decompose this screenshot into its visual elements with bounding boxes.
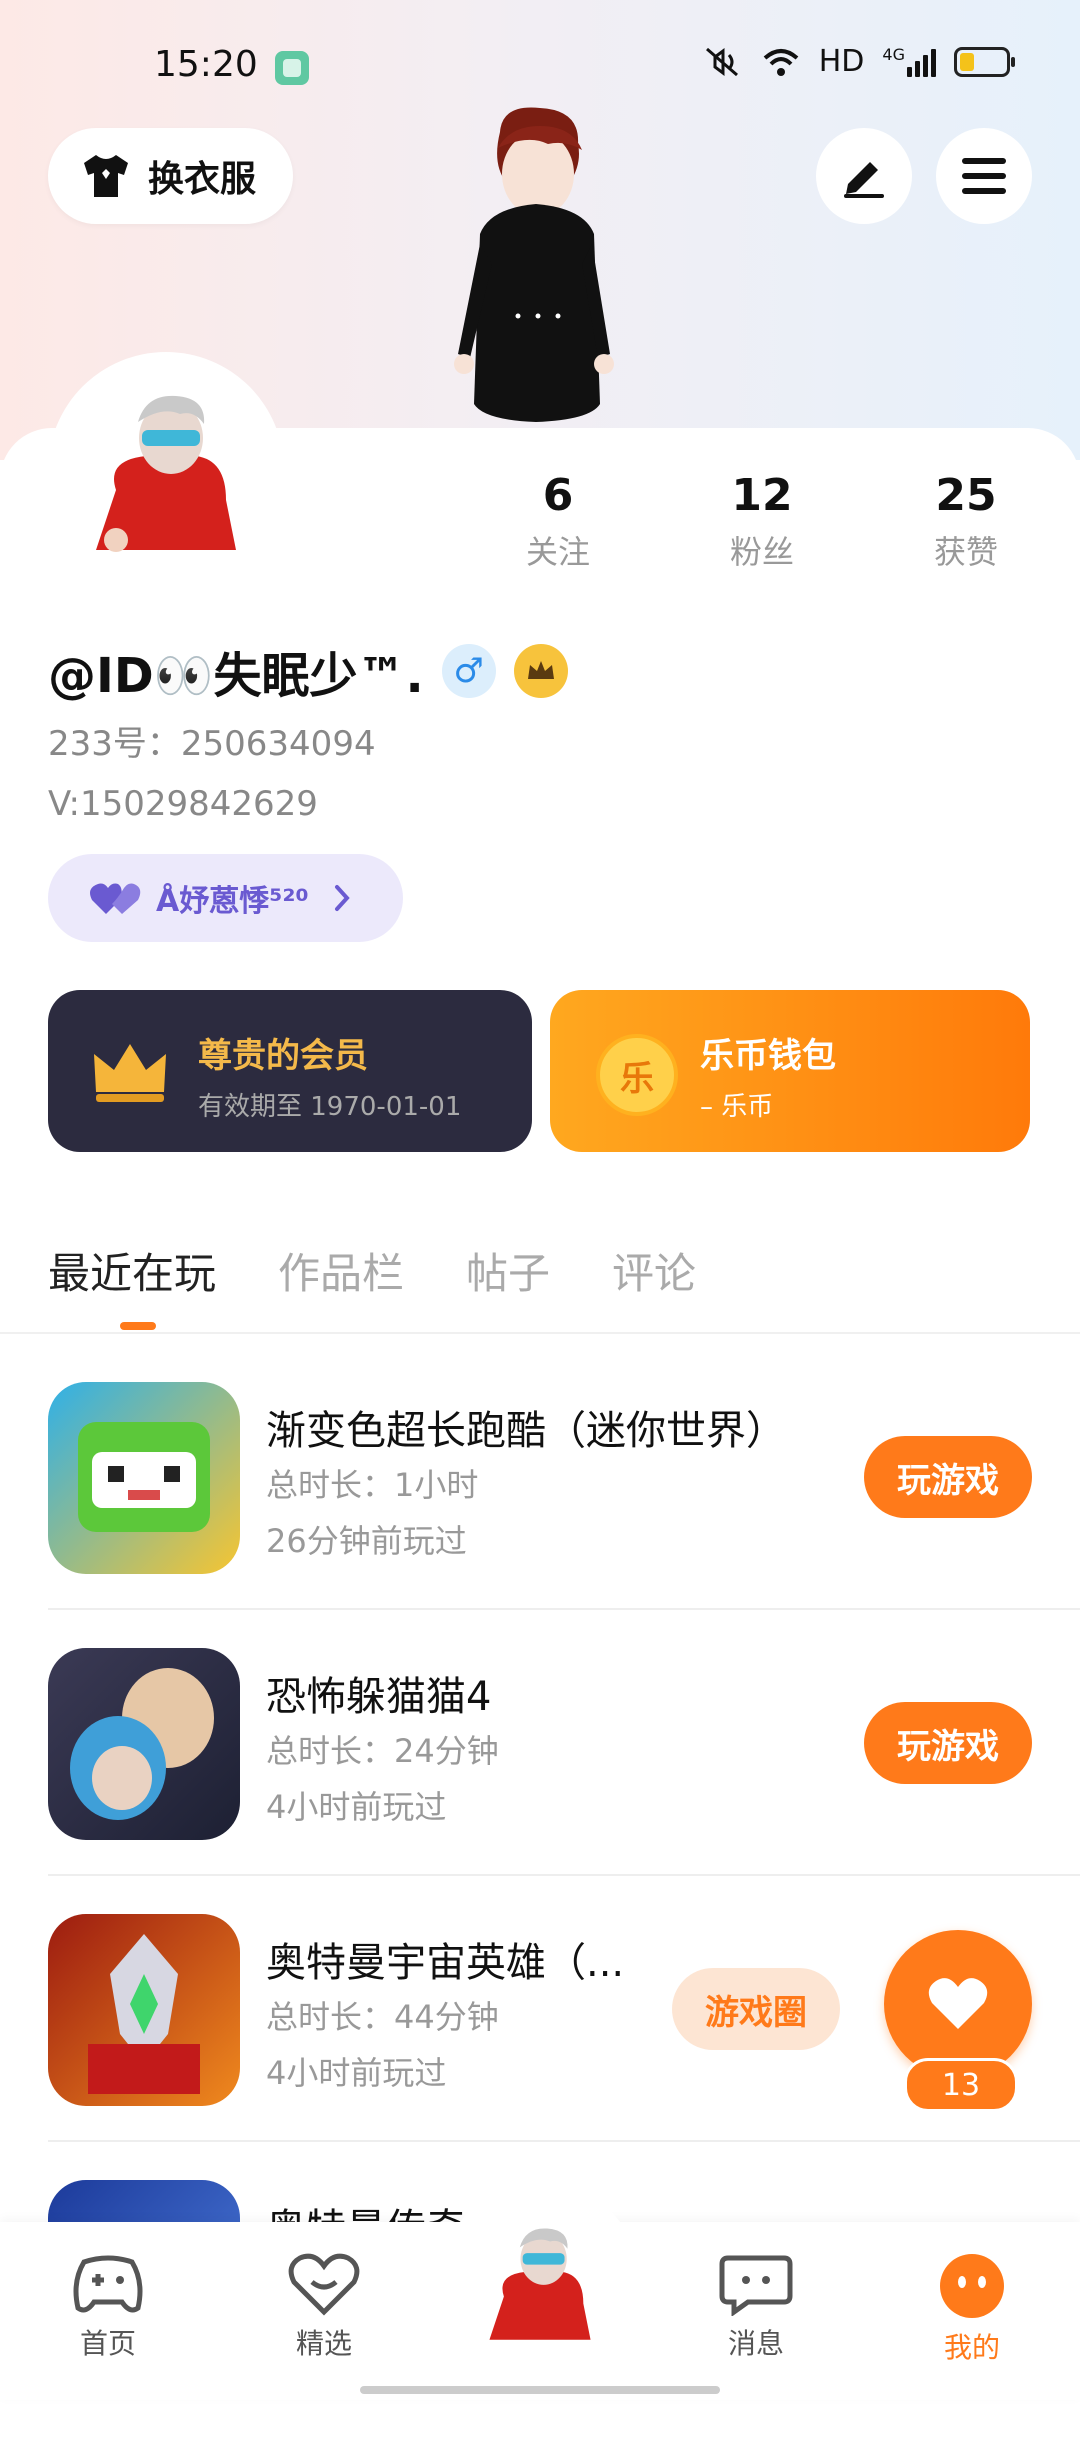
account-number: 233号：250634094 (48, 724, 376, 764)
tab-recent-played[interactable]: 最近在玩 (48, 1240, 216, 1301)
vip-title: 尊贵的会员 (198, 1036, 368, 1076)
avatar-image (96, 395, 236, 552)
game-icon (48, 1648, 240, 1840)
v-number: V:15029842629 (48, 784, 318, 824)
nav-featured[interactable]: 精选 (254, 2252, 394, 2362)
game-duration: 总时长：1小时 (266, 1466, 479, 1504)
tab-comments[interactable]: 评论 (612, 1240, 696, 1301)
menu-button[interactable] (936, 128, 1032, 224)
wallet-balance: – 乐币 (700, 1092, 774, 1122)
me-face-icon (940, 2254, 1004, 2318)
followers-label: 粉丝 (729, 533, 794, 571)
battery-icon (954, 46, 1015, 77)
game-last-played: 4小时前玩过 (266, 2054, 447, 2092)
gamepad-icon (73, 2255, 143, 2313)
likes-stat[interactable]: 25 获赞 (886, 470, 1046, 573)
nav-messages-label: 消息 (727, 2327, 784, 2360)
double-heart-icon (90, 883, 141, 914)
vip-expiry: 有效期至 1970-01-01 (198, 1092, 462, 1122)
profile-avatar[interactable] (48, 352, 284, 588)
cp-relationship-pill[interactable]: Å妤蒽悸⁵²⁰ (48, 854, 403, 942)
play-game-button[interactable]: 玩游戏 (864, 1702, 1032, 1784)
followers-stat[interactable]: 12 粉丝 (682, 470, 842, 573)
edit-profile-button[interactable] (816, 128, 912, 224)
game-title: 渐变色超长跑酷（迷你世界） (266, 1408, 786, 1454)
coin-wallet-card[interactable]: 乐 乐币钱包 – 乐币 (550, 990, 1030, 1152)
heart-outline-icon (288, 2253, 360, 2316)
floating-like-button[interactable] (884, 1930, 1032, 2078)
coin-icon: 乐 (596, 1034, 678, 1116)
profile-tabs: 最近在玩 作品栏 帖子 评论 (48, 1240, 758, 1301)
list-item[interactable]: 恐怖躲猫猫4 总时长：24分钟 4小时前玩过 玩游戏 (48, 1648, 1080, 1912)
wallet-title: 乐币钱包 (700, 1036, 836, 1076)
tab-works[interactable]: 作品栏 (278, 1240, 404, 1301)
app-notification-icon (275, 51, 309, 85)
mute-icon (705, 47, 738, 76)
pencil-icon (844, 162, 884, 198)
crown-icon (94, 1044, 166, 1102)
bottom-navigation: 首页 精选 消息 我的 (0, 2182, 1080, 2400)
nav-me-label: 我的 (943, 2331, 1000, 2364)
game-last-played: 26分钟前玩过 (266, 1522, 467, 1560)
chat-bubble-icon (719, 2255, 793, 2316)
avatar-image (489, 2228, 591, 2340)
like-count-badge: 13 (904, 2058, 1018, 2112)
nickname-row: @ID👀失眠少™. ♂ (48, 636, 568, 706)
tab-posts[interactable]: 帖子 (466, 1240, 550, 1301)
list-divider (48, 1608, 1080, 1610)
game-title: 奥特曼宇宙英雄（... (266, 1940, 625, 1986)
home-indicator (360, 2386, 720, 2394)
change-outfit-label: 换衣服 (148, 159, 257, 200)
hamburger-menu-icon (962, 158, 1006, 194)
nav-featured-label: 精选 (295, 2327, 352, 2360)
likes-count: 25 (935, 470, 997, 521)
signal-type-label: 4G (882, 44, 905, 64)
following-count: 6 (542, 470, 574, 521)
coin-glyph: 乐 (620, 1058, 654, 1099)
cp-name: Å妤蒽悸⁵²⁰ (156, 884, 309, 919)
following-stat[interactable]: 6 关注 (478, 470, 638, 573)
shirt-icon (84, 155, 128, 197)
vip-membership-card[interactable]: 尊贵的会员 有效期至 1970-01-01 (48, 990, 532, 1152)
active-tab-indicator (120, 1322, 156, 1330)
signal-icon (907, 47, 936, 77)
change-outfit-button[interactable]: 换衣服 (48, 128, 293, 224)
crown-badge-icon[interactable] (513, 644, 568, 698)
list-divider (48, 2140, 1080, 2142)
status-time: 15:20 (154, 44, 258, 85)
game-duration: 总时长：24分钟 (266, 1732, 499, 1770)
game-circle-button[interactable]: 游戏圈 (672, 1968, 840, 2050)
nav-home[interactable]: 首页 (38, 2252, 178, 2362)
nav-me[interactable]: 我的 (902, 2252, 1042, 2366)
avatar-character-figure (454, 107, 614, 422)
gender-male-icon: ♂ (441, 644, 496, 698)
game-icon (48, 1382, 240, 1574)
chevron-right-icon (334, 885, 350, 911)
wifi-icon (763, 48, 799, 76)
game-duration: 总时长：44分钟 (266, 1998, 499, 2036)
followers-count: 12 (731, 470, 793, 521)
likes-label: 获赞 (933, 533, 998, 571)
nav-avatar-center[interactable] (440, 2182, 640, 2382)
game-last-played: 4小时前玩过 (266, 1788, 447, 1826)
list-divider (48, 1874, 1080, 1876)
following-label: 关注 (525, 533, 590, 571)
play-game-button[interactable]: 玩游戏 (864, 1436, 1032, 1518)
game-title: 恐怖躲猫猫4 (266, 1674, 492, 1720)
nav-messages[interactable]: 消息 (686, 2252, 826, 2362)
game-icon (48, 1914, 240, 2106)
heart-icon (928, 1978, 988, 2029)
nav-home-label: 首页 (79, 2327, 136, 2360)
tabs-divider (0, 1332, 1080, 1334)
network-type-label: HD (818, 44, 865, 79)
list-item[interactable]: 渐变色超长跑酷（迷你世界） 总时长：1小时 26分钟前玩过 玩游戏 (48, 1382, 1080, 1646)
nickname: @ID👀失眠少™. (48, 648, 424, 704)
